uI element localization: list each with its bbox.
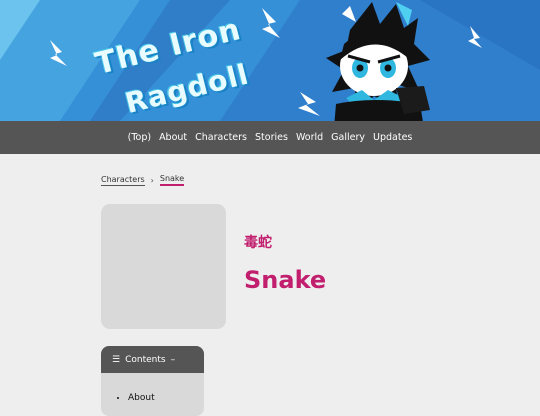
breadcrumb-current-page[interactable]: Snake: [159, 174, 185, 186]
breadcrumb-separator-icon: ›: [150, 175, 154, 185]
nav-link-about[interactable]: About: [159, 132, 187, 143]
toc-item-about[interactable]: About: [128, 393, 204, 403]
table-of-contents: ☰ Contents – About: [101, 346, 204, 416]
toc-list: About: [101, 393, 204, 403]
collapse-icon[interactable]: –: [171, 355, 176, 365]
page-title: Snake: [244, 266, 327, 294]
toc-header[interactable]: ☰ Contents –: [101, 346, 204, 373]
character-portrait-placeholder: [101, 204, 226, 329]
nav-link-world[interactable]: World: [296, 132, 323, 143]
toc-title: Contents: [125, 354, 166, 365]
nav-link-updates[interactable]: Updates: [373, 132, 412, 143]
nav-link-stories[interactable]: Stories: [255, 132, 288, 143]
breadcrumb-link-characters[interactable]: Characters: [101, 175, 145, 186]
character-kanji-name: 毒蛇: [244, 235, 272, 251]
nav-link-characters[interactable]: Characters: [195, 132, 247, 143]
main-navigation: (Top) About Characters Stories World Gal…: [0, 121, 540, 154]
nav-link-top[interactable]: (Top): [128, 132, 151, 143]
list-icon: ☰: [112, 354, 121, 365]
nav-link-gallery[interactable]: Gallery: [331, 132, 365, 143]
banner-art: [0, 0, 540, 121]
site-banner: The Iron Ragdoll: [0, 0, 540, 121]
breadcrumb: Characters › Snake: [101, 174, 185, 186]
